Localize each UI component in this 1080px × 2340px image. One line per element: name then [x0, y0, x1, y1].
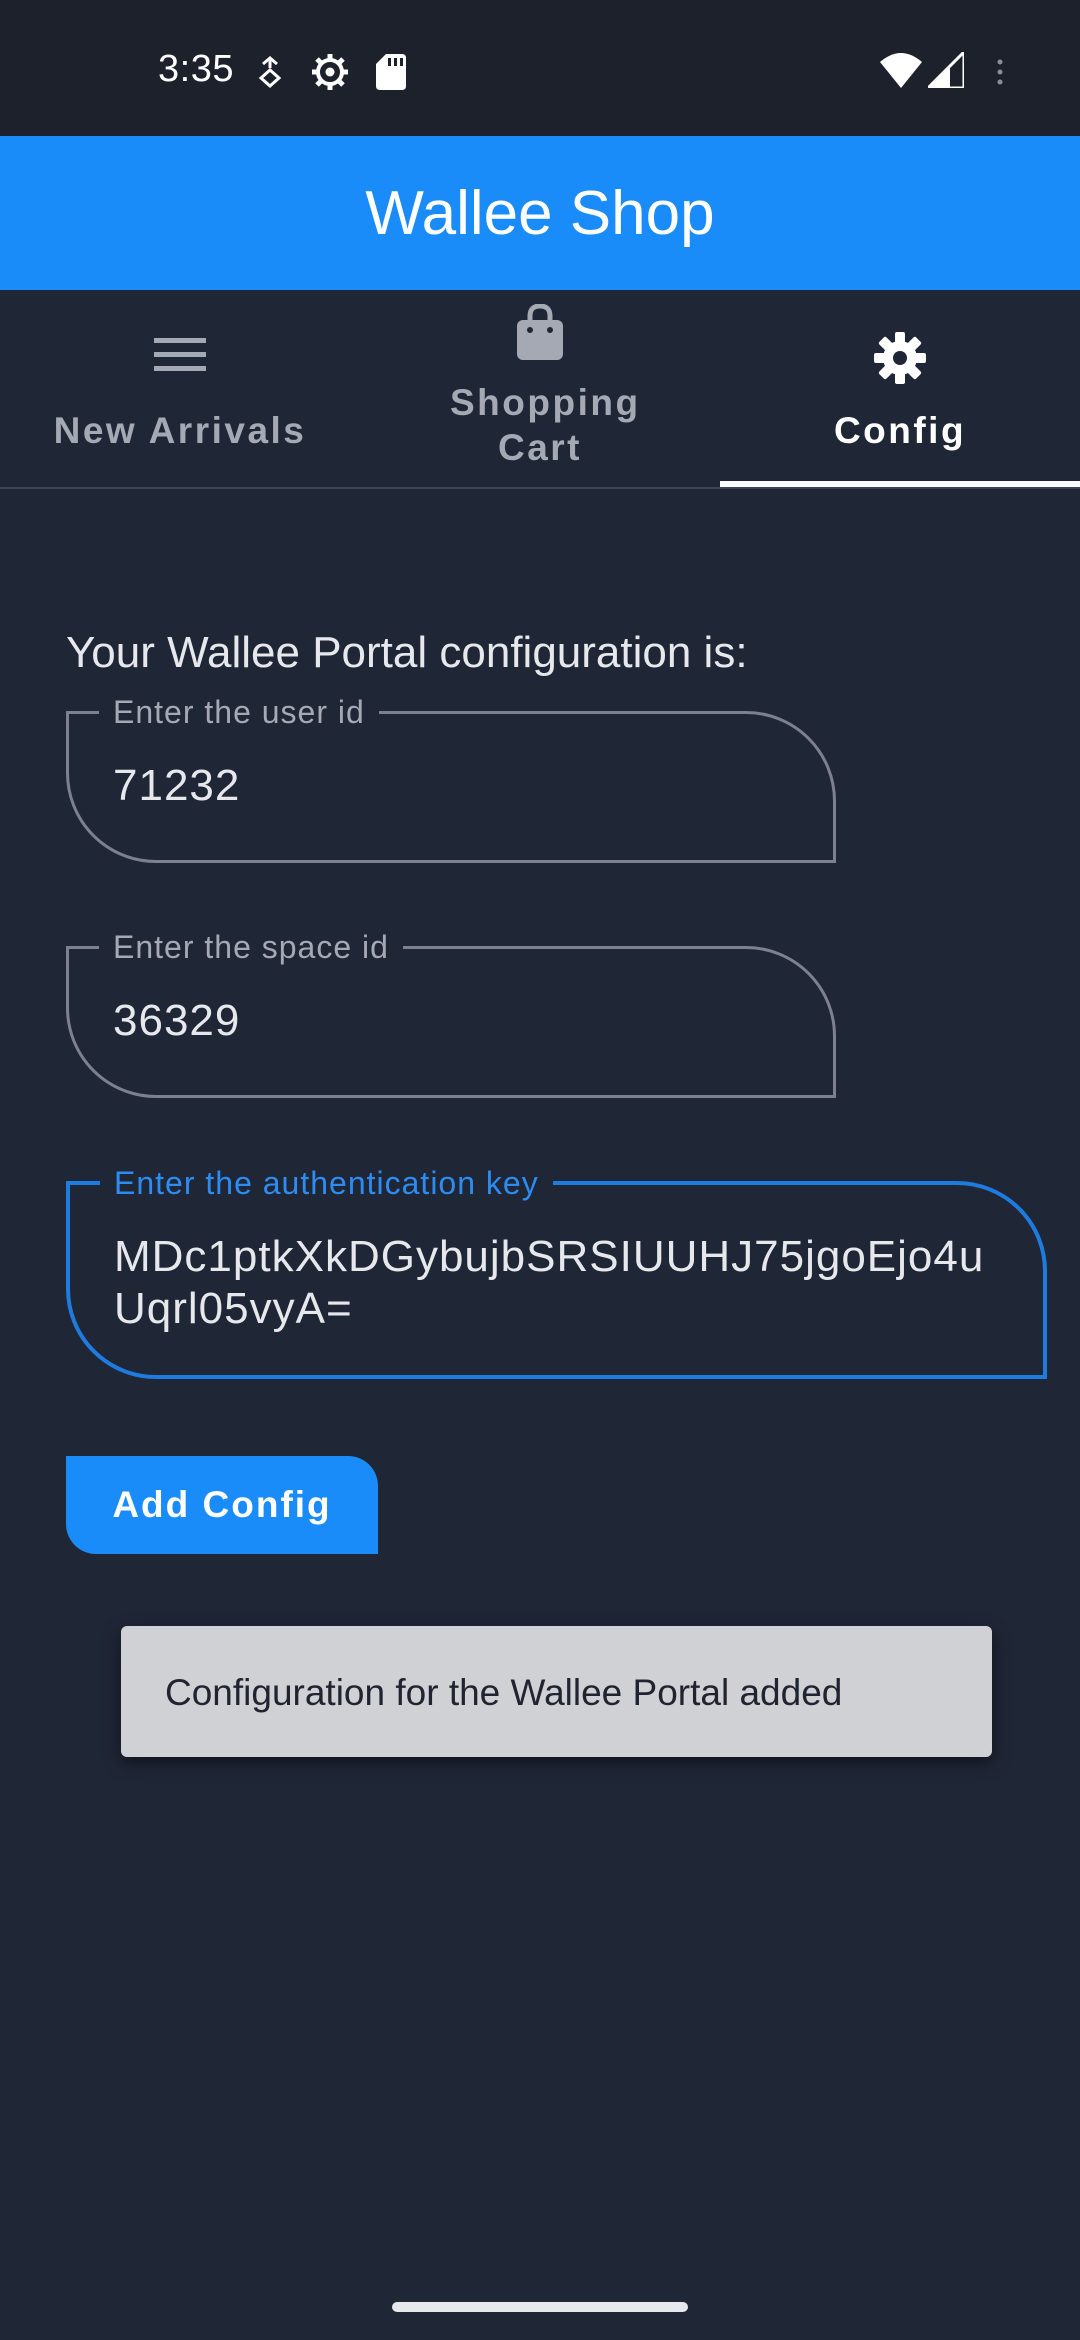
tab-new-arrivals[interactable]: New Arrivals	[0, 290, 360, 487]
status-time: 3:35	[158, 48, 234, 90]
space-id-input[interactable]: 36329	[113, 995, 240, 1047]
space-id-label: Enter the space id	[99, 929, 403, 965]
sd-card-icon	[376, 54, 406, 90]
snackbar: Configuration for the Wallee Portal adde…	[121, 1626, 992, 1757]
tab-bar: New Arrivals Shopping Cart Config	[0, 290, 1080, 489]
add-config-button[interactable]: Add Config	[66, 1456, 378, 1554]
user-id-input[interactable]: 71232	[113, 760, 240, 812]
auth-key-label: Enter the authentication key	[100, 1165, 553, 1201]
status-bar: 3:35	[0, 0, 1080, 136]
tab-new-arrivals-label: New Arrivals	[53, 410, 307, 451]
home-gesture-bar[interactable]	[392, 2302, 688, 2312]
auth-key-input[interactable]: MDc1ptkXkDGybujbSRSIUUHJ75jgoEjo4uUqrl05…	[114, 1231, 994, 1335]
app-title: Wallee Shop	[365, 178, 715, 248]
user-id-field[interactable]: Enter the user id 71232	[66, 694, 836, 863]
snackbar-message: Configuration for the Wallee Portal adde…	[165, 1672, 843, 1713]
app-bar: Wallee Shop	[0, 136, 1080, 290]
config-heading: Your Wallee Portal configuration is:	[66, 628, 748, 677]
space-id-field[interactable]: Enter the space id 36329	[66, 929, 836, 1098]
auth-key-field[interactable]: Enter the authentication key MDc1ptkXkDG…	[66, 1165, 1047, 1379]
menu-icon	[154, 338, 206, 371]
shopping-bag-icon	[517, 304, 563, 360]
tab-config[interactable]: Config	[720, 290, 1080, 487]
more-icon	[997, 59, 1003, 85]
tab-shopping-cart-label: Shopping Cart	[450, 382, 641, 468]
user-id-label: Enter the user id	[99, 694, 379, 730]
signal-icon	[928, 52, 964, 88]
settings-icon	[312, 54, 348, 90]
active-tab-indicator	[720, 481, 1080, 487]
tab-shopping-cart[interactable]: Shopping Cart	[360, 290, 720, 487]
data-saver-icon	[258, 56, 282, 88]
tab-config-label: Config	[833, 410, 967, 451]
wifi-icon	[880, 53, 922, 88]
gear-icon	[874, 332, 926, 384]
